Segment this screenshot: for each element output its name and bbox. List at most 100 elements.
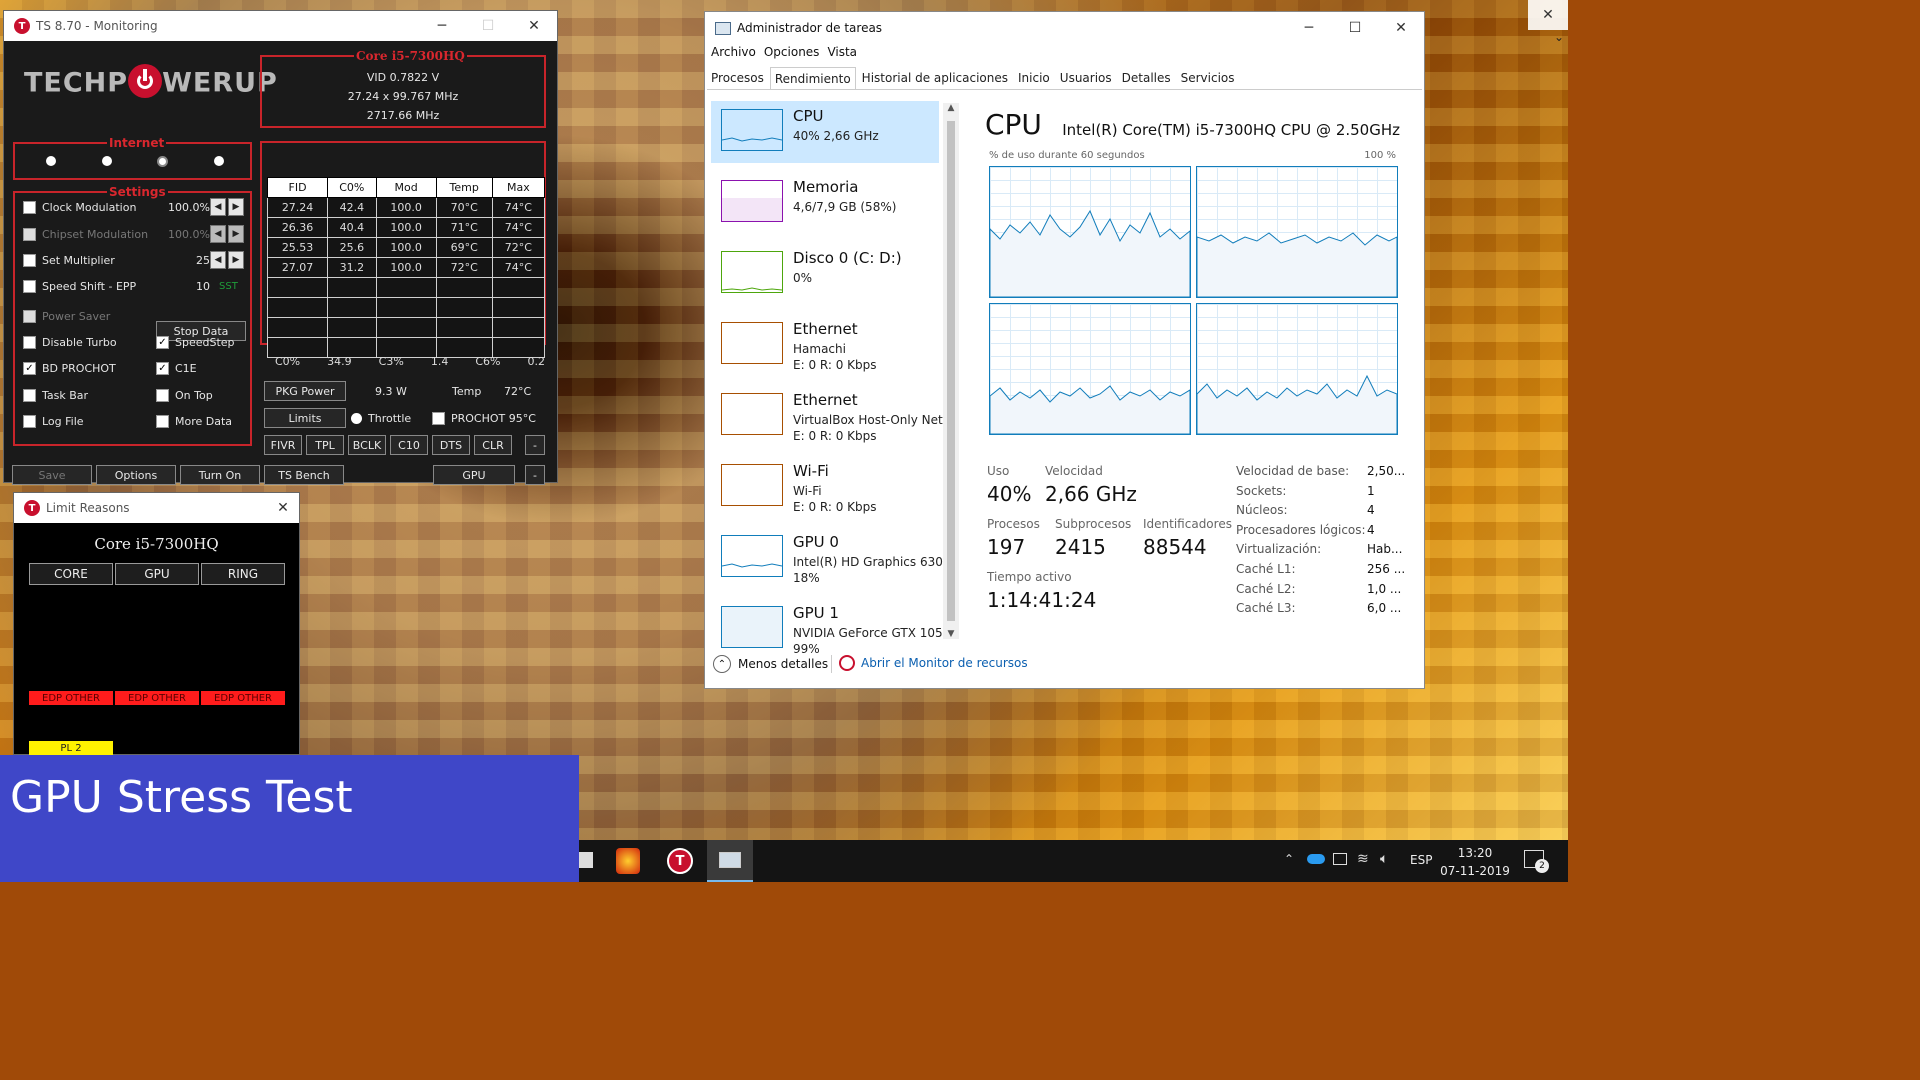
prochot-label: PROCHOT 95°C	[451, 411, 536, 425]
checkbox[interactable]	[23, 414, 36, 428]
menu-vista[interactable]: Vista	[827, 45, 857, 59]
checkbox[interactable]	[156, 414, 169, 428]
column-header: C0%	[327, 177, 377, 198]
option-row[interactable]: ✓ C1E	[156, 358, 197, 378]
clock[interactable]: 13:20 07-11-2019	[1440, 844, 1510, 880]
gpu-button[interactable]: GPU	[115, 563, 199, 585]
sidebar-item-cpu[interactable]: CPU 40% 2,66 GHz	[711, 101, 939, 163]
language-indicator[interactable]: ESP	[1410, 853, 1432, 867]
volume-icon[interactable]: 🔈︎	[1380, 851, 1388, 867]
tm-titlebar[interactable]: Administrador de tareas ─ ☐ ✕	[705, 12, 1424, 44]
sidebar-item-ethernet[interactable]: Ethernet VirtualBox Host-Only Network E: 0…	[711, 385, 943, 447]
checkbox[interactable]	[156, 388, 169, 402]
menu-bar: Archivo Opciones Vista	[711, 45, 857, 59]
gpu-button[interactable]: GPU	[433, 465, 515, 485]
ring-button[interactable]: RING	[201, 563, 285, 585]
spin-right-button[interactable]: ▶	[228, 251, 244, 269]
minus-button-2[interactable]: -	[525, 465, 545, 485]
scroll-up-icon[interactable]: ▲	[943, 103, 959, 113]
profile-radio-1[interactable]	[46, 156, 56, 166]
spec-value: 2,50...	[1367, 464, 1406, 478]
option-row[interactable]: More Data	[156, 411, 232, 431]
sidebar-scrollbar[interactable]: ▲ ▼	[943, 103, 959, 639]
minimize-button[interactable]: ─	[419, 11, 465, 41]
tab-usuarios[interactable]: Usuarios	[1056, 67, 1116, 89]
option-row[interactable]: Speed Shift - EPP 10	[23, 276, 248, 296]
temp-value: 72°C	[504, 384, 532, 398]
small-button-tpl[interactable]: TPL	[306, 435, 344, 455]
checkbox[interactable]	[23, 335, 36, 349]
profile-radio-4[interactable]	[214, 156, 224, 166]
option-row[interactable]: ✓ SpeedStep	[156, 332, 235, 352]
sidebar-item-gpu-0[interactable]: GPU 0 Intel(R) HD Graphics 630 18%	[711, 527, 943, 589]
wifi-icon[interactable]: ≋	[1357, 851, 1369, 867]
close-button[interactable]: ✕	[1378, 13, 1424, 43]
core-button[interactable]: CORE	[29, 563, 113, 585]
profile-radio-2[interactable]	[102, 156, 112, 166]
notifications-icon[interactable]: 2	[1524, 850, 1549, 873]
taskbar-furmark-icon[interactable]	[616, 848, 640, 874]
sidebar-item-wi-fi[interactable]: Wi-Fi Wi-Fi E: 0 R: 0 Kbps	[711, 456, 939, 518]
minus-button-1[interactable]: -	[525, 435, 545, 455]
tab-inicio[interactable]: Inicio	[1014, 67, 1054, 89]
spec-label: Caché L2:	[1236, 581, 1296, 596]
menu-opciones[interactable]: Opciones	[764, 45, 820, 59]
small-button-fivr[interactable]: FIVR	[264, 435, 302, 455]
taskbar-throttlestop-icon[interactable]: T	[667, 848, 693, 874]
tab-rendimiento[interactable]: Rendimiento	[769, 67, 856, 89]
small-button-dts[interactable]: DTS	[432, 435, 470, 455]
maximize-button[interactable]: ☐	[1332, 13, 1378, 43]
spin-left-button[interactable]: ◀	[210, 251, 226, 269]
checkbox[interactable]: ✓	[156, 361, 169, 375]
spec-value: Hab...	[1367, 542, 1403, 557]
bottom-button-options[interactable]: Options	[96, 465, 176, 485]
tab-historial-de-aplicaciones[interactable]: Historial de aplicaciones	[858, 67, 1012, 89]
sidebar-item-disco-0-c-d-[interactable]: Disco 0 (C: D:) 0%	[711, 243, 939, 305]
sidebar-item-memoria[interactable]: Memoria 4,6/7,9 GB (58%)	[711, 172, 939, 234]
taskbar-mail-icon[interactable]	[579, 852, 593, 868]
spin-left-button[interactable]: ◀	[210, 198, 226, 216]
desktop-close-icon[interactable]: ✕	[1528, 0, 1568, 30]
sidebar-item-ethernet[interactable]: Ethernet Hamachi E: 0 R: 0 Kbps	[711, 314, 939, 376]
option-row[interactable]: On Top	[156, 385, 213, 405]
small-button-clr[interactable]: CLR	[474, 435, 512, 455]
scroll-thumb[interactable]	[947, 121, 955, 621]
menu-archivo[interactable]: Archivo	[711, 45, 756, 59]
checkbox[interactable]: ✓	[23, 361, 36, 375]
sidebar-item-detail: E: 0 R: 0 Kbps	[793, 429, 877, 443]
small-button-bclk[interactable]: BCLK	[348, 435, 386, 455]
onedrive-icon[interactable]	[1307, 854, 1325, 864]
checkbox[interactable]	[23, 279, 36, 293]
checkbox[interactable]	[23, 253, 36, 267]
checkbox[interactable]	[23, 388, 36, 402]
minimize-button[interactable]: ─	[1286, 13, 1332, 43]
sidebar-item-gpu-1[interactable]: GPU 1 NVIDIA GeForce GTX 1050 Ti 99%	[711, 598, 943, 660]
spin-right-button[interactable]: ▶	[228, 198, 244, 216]
battery-icon[interactable]	[1333, 853, 1347, 865]
close-button[interactable]: ✕	[267, 493, 299, 523]
identificadores-value: 88544	[1143, 535, 1207, 559]
tab-servicios[interactable]: Servicios	[1177, 67, 1239, 89]
sidebar-thumbnail	[721, 322, 783, 364]
bottom-button-save: Save	[12, 465, 92, 485]
taskbar-taskmanager-button[interactable]	[707, 840, 753, 882]
lr-titlebar[interactable]: T Limit Reasons ✕	[14, 493, 299, 523]
ts-titlebar[interactable]: T TS 8.70 - Monitoring ─ ☐ ✕	[4, 11, 557, 41]
checkbox[interactable]: ✓	[156, 335, 169, 349]
sidebar-item-subtitle: Wi-Fi	[793, 484, 822, 498]
close-button[interactable]: ✕	[511, 11, 557, 41]
small-button-c10[interactable]: C10	[390, 435, 428, 455]
profile-radio-3[interactable]	[157, 156, 168, 167]
bottom-button-turn-on[interactable]: Turn On	[180, 465, 260, 485]
limits-button[interactable]: Limits	[264, 408, 346, 428]
bottom-button-ts-bench[interactable]: TS Bench	[264, 465, 344, 485]
option-row[interactable]: Task Bar	[23, 385, 248, 405]
scroll-down-icon[interactable]: ▼	[943, 629, 959, 639]
prochot-checkbox[interactable]: PROCHOT 95°C	[432, 408, 536, 428]
tray-chevron-icon[interactable]: ⌃	[1284, 852, 1294, 866]
option-row[interactable]: ✓ BD PROCHOT	[23, 358, 248, 378]
pkg-power-button[interactable]: PKG Power	[264, 381, 346, 401]
checkbox[interactable]	[23, 200, 36, 214]
tab-procesos[interactable]: Procesos	[707, 67, 768, 89]
tab-detalles[interactable]: Detalles	[1118, 67, 1175, 89]
